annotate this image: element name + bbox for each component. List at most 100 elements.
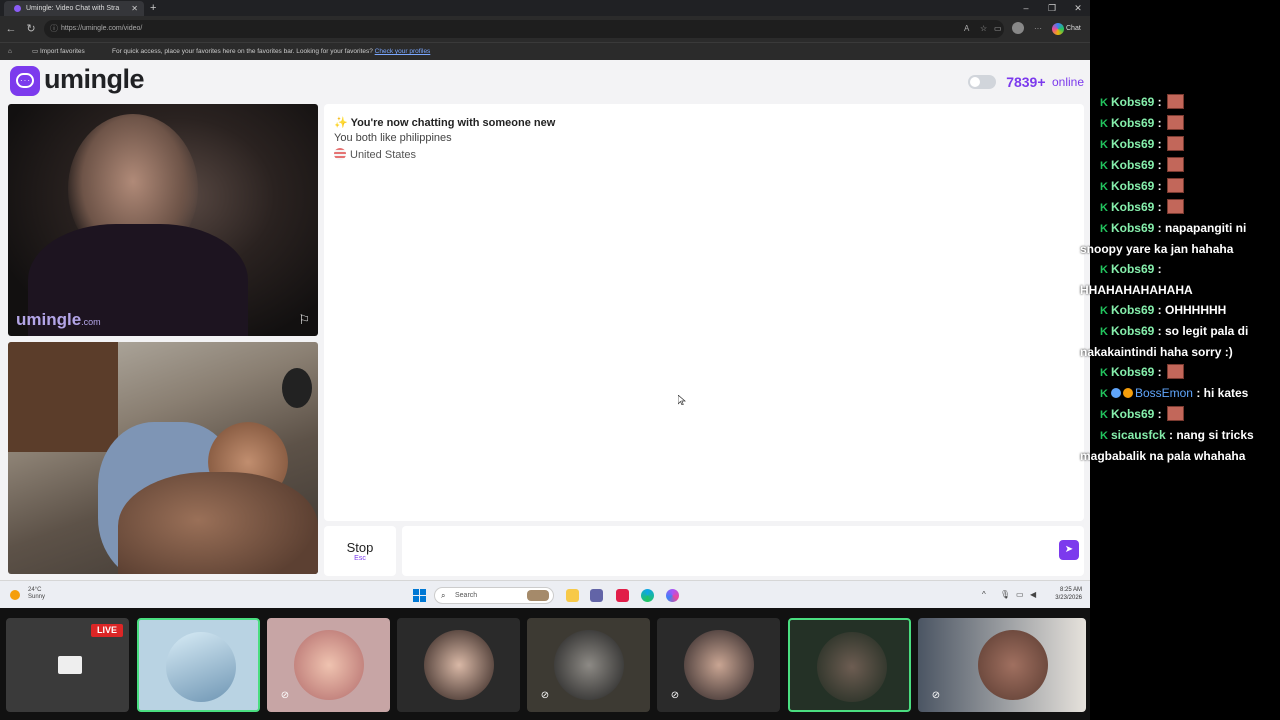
copilot-icon	[1052, 23, 1064, 35]
weather-desc: Sunny	[28, 594, 46, 600]
read-aloud-icon[interactable]: A	[964, 24, 969, 33]
participant-avatar	[978, 630, 1048, 700]
profile-avatar-icon[interactable]	[1012, 22, 1024, 34]
participant-tile[interactable]	[397, 618, 520, 712]
kick-badge-icon: K	[1100, 388, 1108, 400]
copilot-chat-button[interactable]: Chat	[1052, 22, 1086, 36]
app-red-icon[interactable]	[616, 589, 629, 602]
volume-icon[interactable]: ◀	[1030, 590, 1036, 599]
new-tab-icon[interactable]: +	[150, 0, 156, 16]
chat-username[interactable]: sicausfck	[1111, 428, 1166, 442]
maximize-icon[interactable]: ❐	[1042, 0, 1062, 16]
url-field[interactable]: ⓘ https://umingle.com/video/	[44, 20, 1004, 38]
messenger-icon[interactable]	[666, 589, 679, 602]
chat-message: K Kobs69 : so legit pala di nakakaintindi …	[1080, 321, 1280, 362]
participant-tile[interactable]: ⊘	[657, 618, 780, 712]
participant-tile[interactable]: ⊘	[918, 618, 1086, 712]
chat-username[interactable]: Kobs69	[1111, 200, 1154, 214]
close-window-icon[interactable]: ✕	[1068, 0, 1088, 16]
favorites-hint: For quick access, place your favorites h…	[112, 43, 430, 60]
taskbar-search[interactable]: ⌕ Search	[434, 587, 554, 604]
kick-badge-icon: K	[1100, 118, 1108, 130]
minimize-icon[interactable]: –	[1016, 0, 1036, 16]
chat-username[interactable]: Kobs69	[1111, 365, 1154, 379]
chat-username[interactable]: Kobs69	[1111, 158, 1154, 172]
logo-text: umingle	[44, 64, 145, 94]
chat-message: K Kobs69 :	[1080, 113, 1280, 134]
chat-username[interactable]: Kobs69	[1111, 137, 1154, 151]
gift-badge-icon	[1122, 388, 1133, 398]
chat-username[interactable]: Kobs69	[1111, 407, 1154, 421]
chat-text-continued: magbabalik na pala whahaha	[1080, 449, 1246, 463]
import-favorites-link[interactable]: ▭ Import favorites	[32, 43, 85, 60]
stop-hint: Esc	[354, 555, 366, 562]
browser-window: Umingle: Video Chat with Stra ✕ + – ❐ ✕ …	[0, 0, 1090, 608]
chat-username[interactable]: Kobs69	[1111, 303, 1154, 317]
video-off-icon: ⊘	[280, 690, 290, 701]
tab-bar: Umingle: Video Chat with Stra ✕ + – ❐ ✕	[0, 0, 1090, 16]
chat-log: ✨ You're now chatting with someone new Y…	[324, 104, 1084, 521]
chat-username[interactable]: Kobs69	[1111, 95, 1154, 109]
common-interest-text: You both like philippines	[334, 132, 452, 144]
check-profiles-link[interactable]: Check your profiles	[375, 48, 431, 55]
chat-username[interactable]: Kobs69	[1111, 221, 1154, 235]
send-icon[interactable]: ➤	[1059, 540, 1079, 560]
self-body	[118, 472, 318, 574]
chat-message: K Kobs69 :	[1080, 362, 1280, 383]
participant-tile[interactable]: ⊘	[267, 618, 390, 712]
chat-text: napapangiti ni	[1164, 221, 1247, 235]
clock[interactable]: 8:25 AM 3/23/2026	[1055, 586, 1082, 602]
kick-badge-icon: K	[1100, 202, 1108, 214]
participant-tile[interactable]: ⊘	[527, 618, 650, 712]
chat-text: so legit pala di	[1164, 324, 1249, 338]
browser-tab[interactable]: Umingle: Video Chat with Stra ✕	[4, 1, 144, 16]
speaker	[282, 368, 312, 408]
muted-mic-icon: ⊘	[670, 690, 680, 701]
windows-start-icon[interactable]	[413, 589, 426, 602]
chat-username[interactable]: Kobs69	[1111, 116, 1154, 130]
chat-text-continued: nakakaintindi haha sorry :)	[1080, 345, 1233, 359]
weather-widget[interactable]: 24°C Sunny	[10, 587, 45, 601]
file-explorer-icon[interactable]	[566, 589, 579, 602]
umingle-watermark: umingle.com	[16, 310, 101, 330]
toggle-switch[interactable]	[967, 74, 996, 89]
kick-badge-icon: K	[1100, 326, 1108, 338]
us-flag-icon	[334, 148, 346, 160]
kick-badge-icon: K	[1100, 264, 1108, 276]
more-menu-icon[interactable]: ···	[1034, 24, 1042, 33]
chat-message: K Kobs69 :	[1080, 134, 1280, 155]
stop-label: Stop	[346, 540, 374, 555]
back-icon[interactable]: ←	[4, 22, 18, 36]
stop-button[interactable]: Stop Esc	[324, 526, 396, 576]
teams-icon[interactable]	[590, 589, 603, 602]
participant-avatar	[294, 630, 364, 700]
country-text: United States	[350, 149, 417, 161]
url-text: https://umingle.com/video/	[61, 25, 143, 32]
tray-chevron-icon[interactable]: ^	[982, 590, 986, 599]
microphone-icon[interactable]: 🎙	[1000, 590, 1010, 599]
emote-icon	[1166, 199, 1184, 214]
screen-share-icon	[58, 656, 82, 674]
chat-message: K Kobs69 :	[1080, 155, 1280, 176]
chat-username[interactable]: BossEmon	[1135, 386, 1193, 400]
stream-chat-overlay: K Kobs69 : K Kobs69 : K Kobs69 : K Kobs69 : …	[1080, 92, 1280, 466]
favorite-star-icon[interactable]: ☆	[980, 24, 987, 33]
sun-icon	[10, 590, 20, 600]
chat-text: hi kates	[1203, 386, 1249, 400]
participant-tile[interactable]	[788, 618, 911, 712]
kick-badge-icon: K	[1100, 160, 1108, 172]
message-input[interactable]	[402, 526, 1084, 576]
participant-tile[interactable]	[137, 618, 260, 712]
chat-username[interactable]: Kobs69	[1111, 179, 1154, 193]
refresh-icon[interactable]: ↻	[24, 22, 38, 36]
emote-icon	[1166, 157, 1184, 172]
network-icon[interactable]: ▭	[1016, 590, 1024, 599]
edge-icon[interactable]	[641, 589, 654, 602]
kick-badge-icon: K	[1100, 97, 1108, 109]
kick-badge-icon: K	[1100, 223, 1108, 235]
chat-username[interactable]: Kobs69	[1111, 324, 1154, 338]
split-screen-icon[interactable]: ▭	[994, 24, 1002, 33]
chat-username[interactable]: Kobs69	[1111, 262, 1154, 276]
close-tab-icon[interactable]: ✕	[131, 1, 138, 16]
report-flag-icon[interactable]: ⚐	[298, 312, 310, 328]
